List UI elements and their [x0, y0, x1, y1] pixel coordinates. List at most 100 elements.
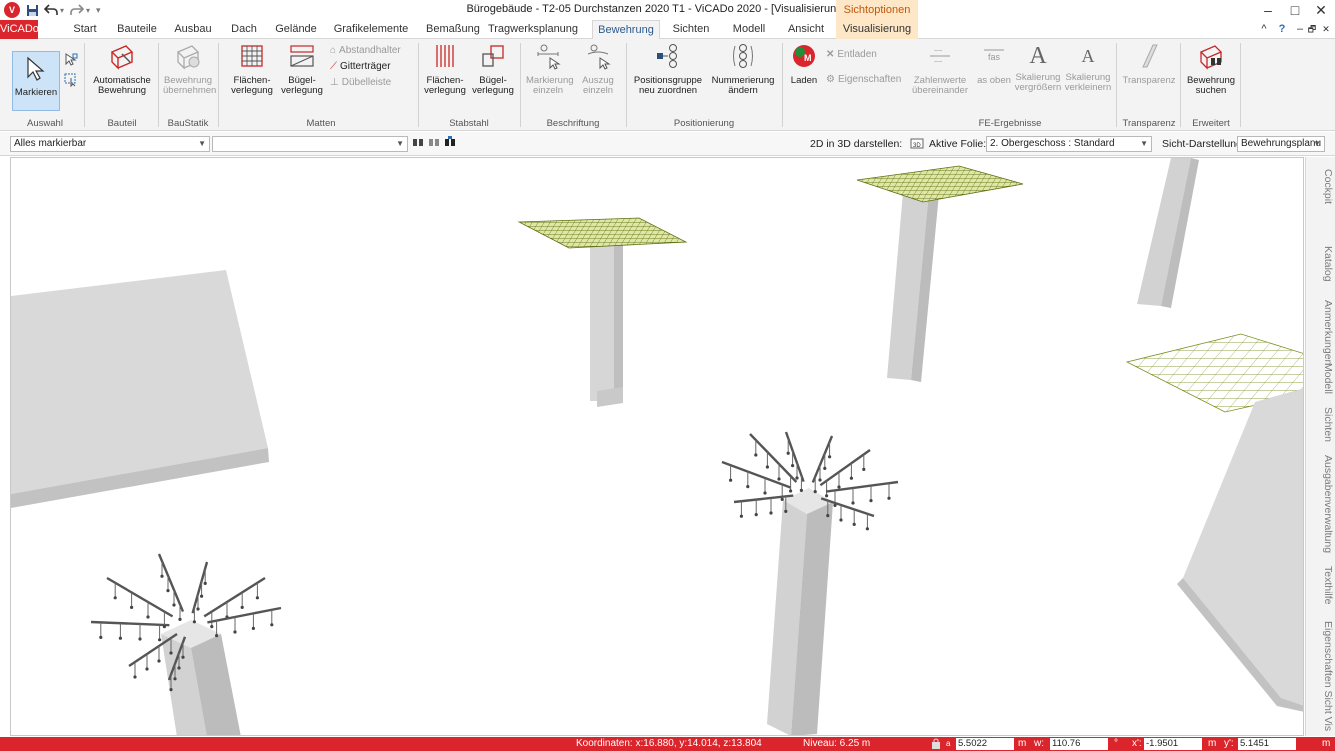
redo-dropdown-icon[interactable]: ▾ [86, 2, 90, 18]
duebelleiste-button[interactable]: ⊥ Dübelleiste [330, 77, 391, 88]
skalierung-verkleinern-button[interactable]: A Skalierung verkleinern [1064, 42, 1112, 93]
markierung-einzeln-button[interactable]: Markierung einzeln [524, 42, 574, 96]
maximize-button[interactable]: □ [1285, 1, 1305, 19]
status-bar: Koordinaten: x:16.880, y:14.014, z:13.80… [0, 737, 1335, 751]
shear-stud-head [862, 467, 866, 471]
tab-sichten[interactable]: Sichten [669, 20, 713, 39]
column-far-right[interactable] [1137, 158, 1199, 308]
save-icon[interactable] [26, 2, 39, 18]
tab-ansicht[interactable]: Ansicht [784, 20, 828, 39]
zahlenwerte-button[interactable]: ~~ ~~ Zahlenwerte übereinander [908, 42, 972, 96]
ribbon-tab-bar: ViCADo Start Bauteile Ausbau Dach Geländ… [0, 20, 1335, 40]
positionsgruppe-label: Positionsgruppe neu zuordnen [633, 75, 703, 96]
transparenz-button[interactable]: Transparenz [1120, 42, 1178, 86]
help-button[interactable]: ? [1276, 20, 1288, 39]
select-small-icon[interactable] [64, 53, 78, 70]
find-reinforcement-icon [1184, 42, 1238, 73]
auszug-einzeln-button[interactable]: Auszug einzeln [574, 42, 622, 96]
undo-icon[interactable] [44, 2, 58, 18]
sicht-darstellung-dropdown[interactable]: Bewehrungsplanu ▼ [1237, 136, 1325, 152]
as-oben-button[interactable]: fas as oben [976, 42, 1012, 86]
side-tab-cockpit[interactable]: Cockpit [1308, 163, 1334, 211]
tab-vicado[interactable]: ViCADo [0, 20, 39, 39]
fe-laden-button[interactable]: M Laden [786, 42, 822, 86]
shear-stud-head [729, 478, 733, 482]
collapse-ribbon-button[interactable]: ^ [1258, 20, 1270, 39]
side-tab-modell[interactable]: Modell [1308, 357, 1334, 399]
side-tab-texthilfe[interactable]: Texthilfe [1308, 563, 1334, 607]
bewehrung-suchen-button[interactable]: Bewehrung suchen [1184, 42, 1238, 96]
scale-up-icon: A [1029, 43, 1047, 69]
find-all-icon[interactable] [444, 136, 456, 151]
find-next-icon[interactable] [428, 136, 440, 151]
shear-stud-head [765, 465, 770, 469]
group-separator [218, 43, 219, 127]
lock-icon[interactable] [932, 738, 940, 751]
filter-toolbar: Alles markierbar ▼ ▼ 2D in 3D darstellen:… [0, 132, 1335, 156]
side-tab-ausgabenverwaltung[interactable]: Ausgabenverwaltung [1308, 451, 1334, 557]
customize-quick-access-icon[interactable]: ▾ [96, 2, 101, 18]
tab-dach[interactable]: Dach [229, 20, 259, 39]
find-icon[interactable] [412, 136, 424, 151]
fe-entladen-button[interactable]: ✕ Entladen [826, 49, 877, 60]
gittertraeger-button[interactable]: ⟋ Gitterträger [330, 61, 391, 72]
shear-stud-head [233, 630, 237, 634]
status-x-field[interactable]: -1.9501 [1144, 738, 1202, 750]
slab-left[interactable] [11, 270, 269, 508]
tab-gelaende[interactable]: Gelände [275, 20, 317, 39]
column-center[interactable] [767, 488, 833, 736]
slab-right[interactable] [1177, 388, 1304, 712]
tab-bemassung[interactable]: Bemaßung [426, 20, 480, 39]
object-filter-dropdown[interactable]: ▼ [212, 136, 408, 152]
window-select-icon[interactable] [64, 73, 78, 90]
automatische-bewehrung-button[interactable]: Automatische Bewehrung [88, 42, 156, 96]
status-a-field[interactable]: 5.5022 [956, 738, 1014, 750]
bewehrung-uebernehmen-button[interactable]: Bewehrung übernehmen [160, 42, 216, 96]
tab-bewehrung[interactable]: Bewehrung [592, 20, 660, 40]
markieren-button[interactable]: Markieren [12, 51, 60, 111]
close-button[interactable]: ✕ [1311, 1, 1331, 19]
d2-in-3d-toggle-icon[interactable]: 3D [910, 136, 924, 153]
doc-minimize-button[interactable]: – [1294, 20, 1306, 39]
tab-start[interactable]: Start [70, 20, 100, 39]
group-label-auswahl: Auswahl [27, 118, 63, 129]
shear-stud-head [172, 603, 176, 607]
tab-grafikelemente[interactable]: Grafikelemente [333, 20, 409, 39]
column-top-right[interactable] [887, 192, 939, 382]
aktive-folie-dropdown[interactable]: 2. Obergeschoss : Standard ▼ [986, 136, 1152, 152]
stabstahl-flaechenverlegung-button[interactable]: Flächen-verlegung [422, 42, 468, 96]
selection-filter-dropdown[interactable]: Alles markierbar ▼ [10, 136, 210, 152]
tab-bauteile[interactable]: Bauteile [116, 20, 158, 39]
tab-ausbau[interactable]: Ausbau [173, 20, 213, 39]
dropdown-arrow-icon: ▼ [198, 139, 206, 148]
positionsgruppe-button[interactable]: Positionsgruppe neu zuordnen [630, 42, 706, 96]
tab-visualisierung[interactable]: Visualisierung [836, 20, 918, 39]
side-tab-katalog[interactable]: Katalog [1308, 241, 1334, 287]
status-w-field[interactable]: 110.76 [1050, 738, 1108, 750]
side-tab-eigenschaften[interactable]: Eigenschaften Sicht Vis [1308, 617, 1334, 735]
tab-tragwerksplanung[interactable]: Tragwerksplanung [484, 20, 582, 39]
skalierung-vergroessern-button[interactable]: A Skalierung vergrößern [1014, 42, 1062, 93]
doc-close-button[interactable]: ✕ [1320, 20, 1332, 39]
doc-restore-button[interactable]: 🗗 [1306, 20, 1318, 39]
mesh-top-right[interactable] [856, 165, 1024, 203]
status-y-field[interactable]: 5.1451 [1238, 738, 1296, 750]
fe-eigenschaften-button[interactable]: ⚙ Eigenschaften [826, 74, 901, 85]
redo-icon[interactable] [70, 2, 84, 18]
mesh-top-center[interactable] [517, 217, 688, 249]
undo-dropdown-icon[interactable]: ▾ [60, 2, 64, 18]
matten-flaechenverlegung-button[interactable]: Flächen-verlegung [230, 42, 274, 96]
app-logo-icon[interactable]: V [4, 2, 20, 18]
column-top-center[interactable] [590, 236, 623, 407]
shear-rail [106, 576, 174, 618]
stabstahl-buegelverlegung-button[interactable]: Bügel-verlegung [470, 42, 516, 96]
tab-modell[interactable]: Modell [728, 20, 770, 39]
matten-flaechen-label: Flächen-verlegung [231, 75, 273, 96]
abstandhalter-button[interactable]: ⌂ Abstandhalter [330, 45, 401, 56]
shear-stud-head [739, 514, 744, 518]
minimize-button[interactable]: – [1258, 1, 1278, 19]
nummerierung-aendern-button[interactable]: Nummerierung ändern [708, 42, 778, 96]
3d-viewport[interactable] [10, 157, 1304, 736]
side-tab-sichten[interactable]: Sichten [1308, 405, 1334, 445]
matten-buegelverlegung-button[interactable]: Bügel-verlegung [280, 42, 324, 96]
